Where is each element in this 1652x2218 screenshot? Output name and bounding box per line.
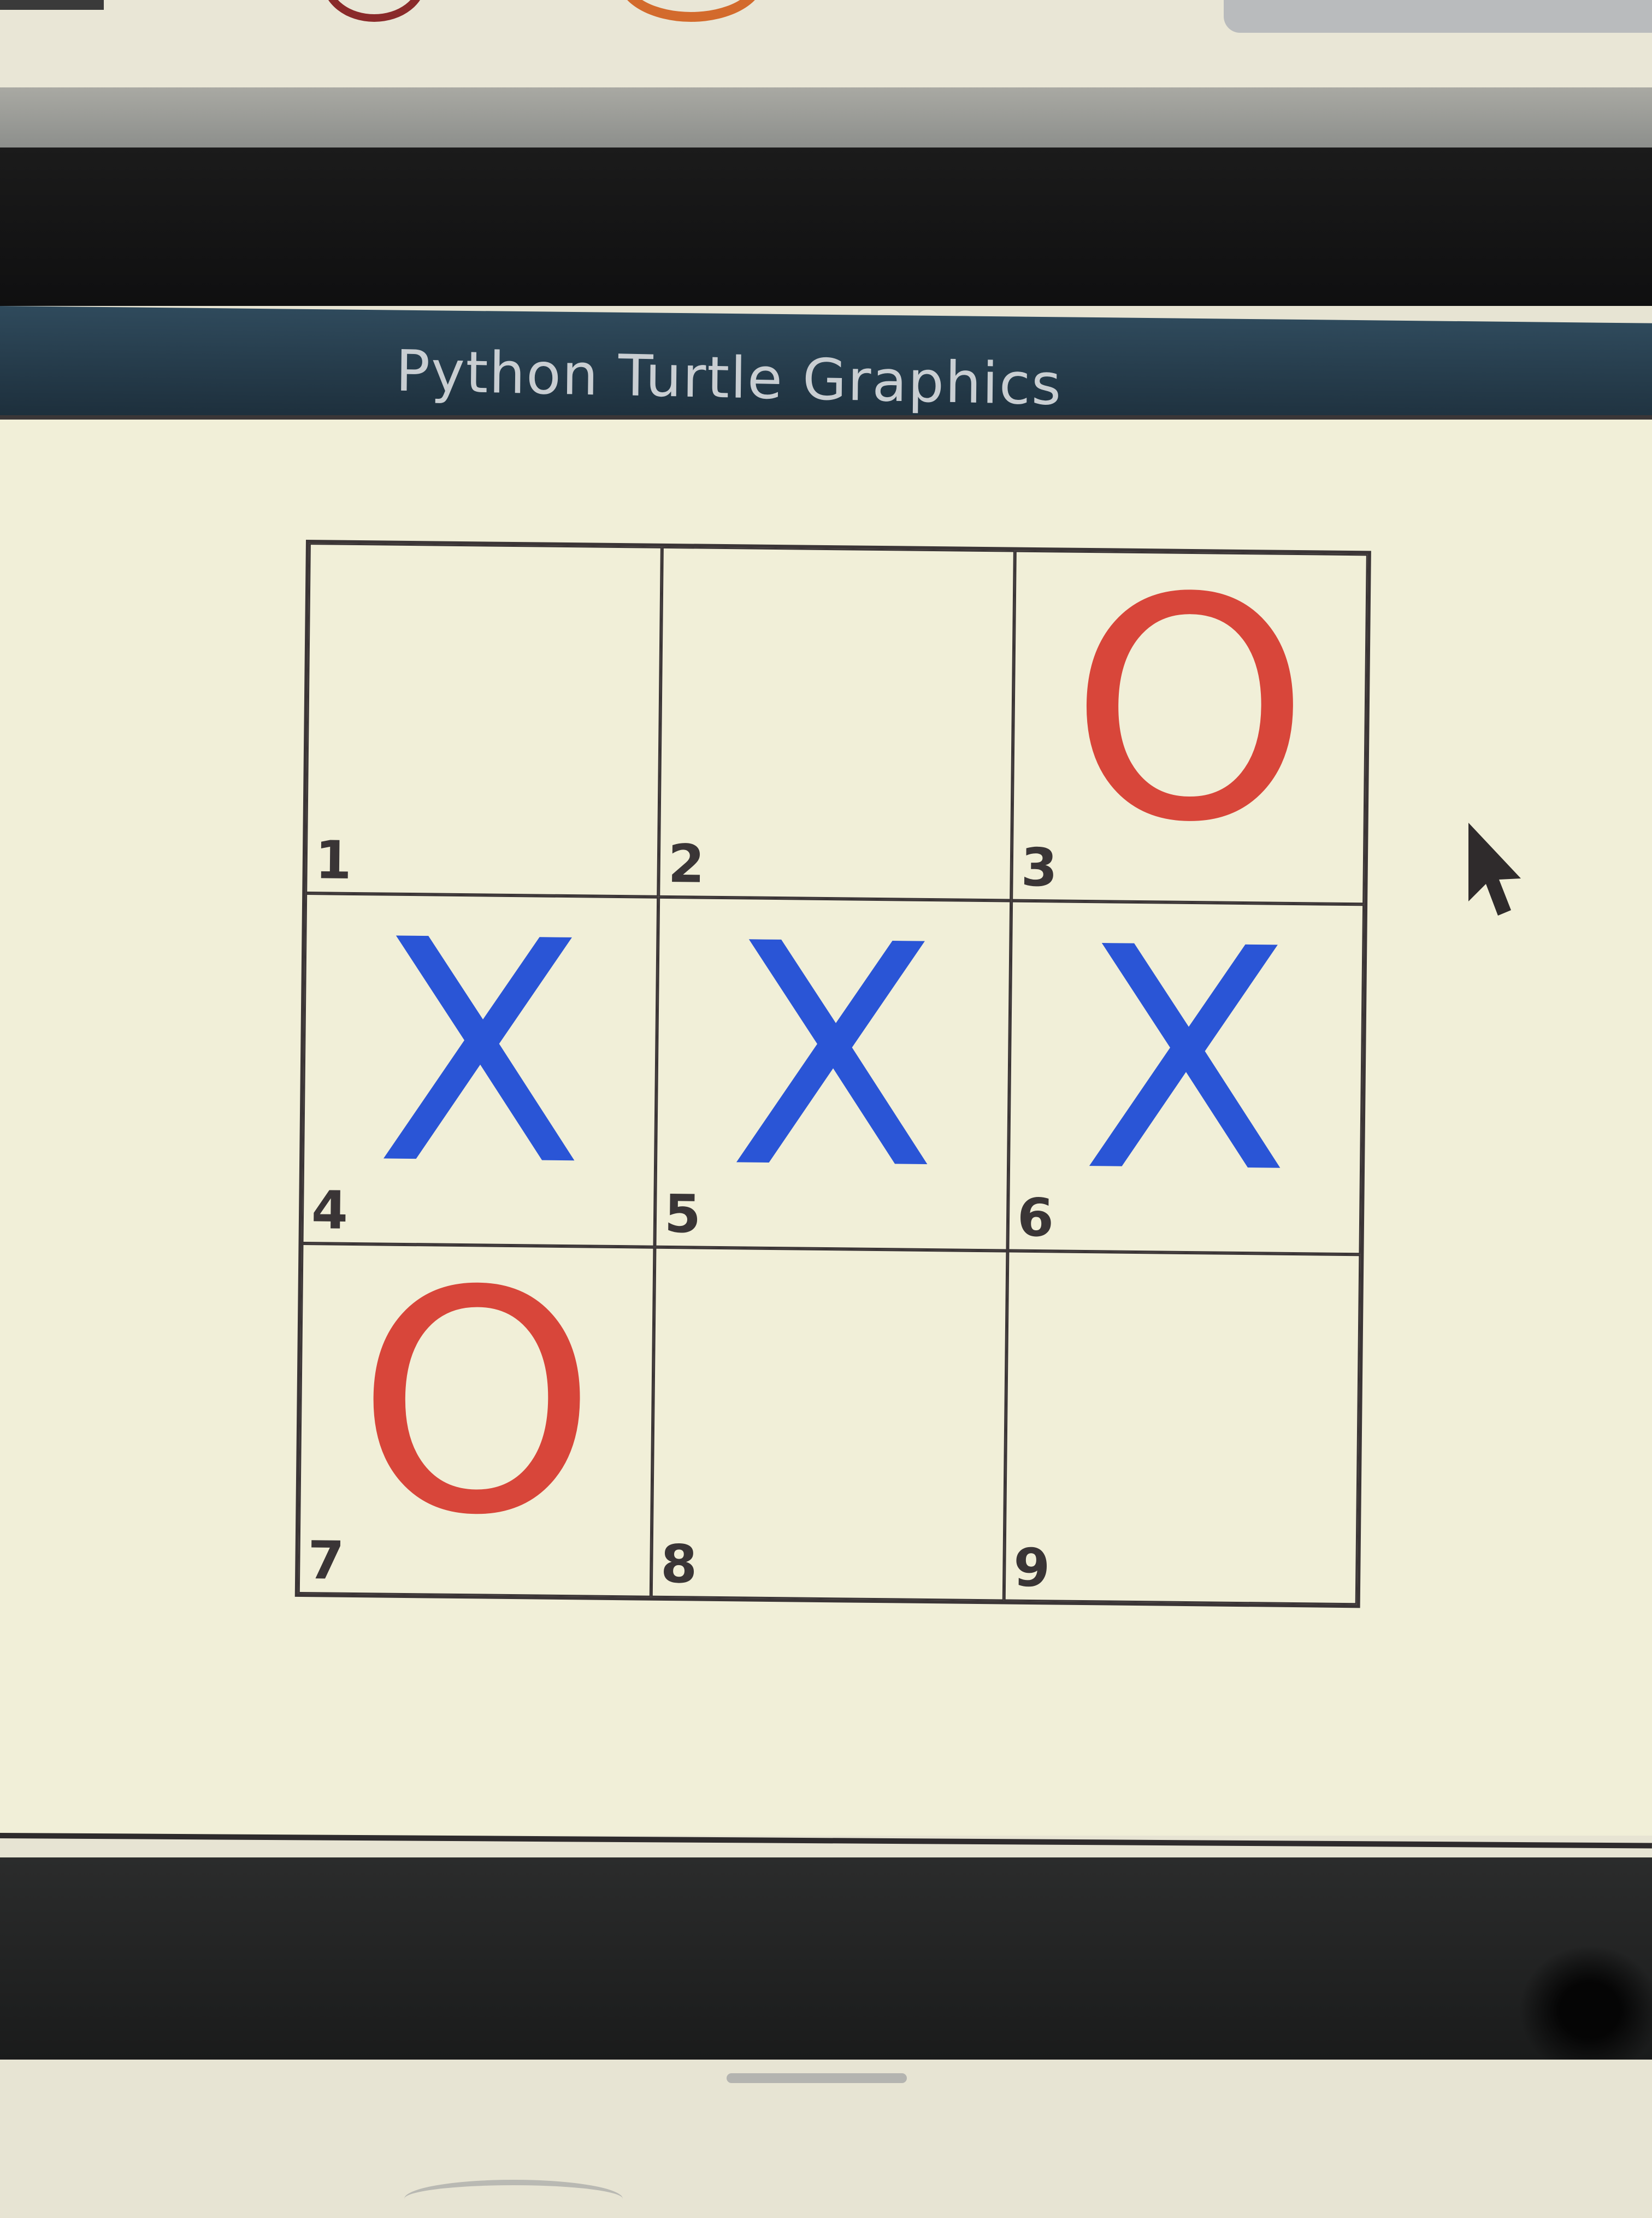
cell-mark	[653, 1249, 1006, 1567]
cell-mark: O	[1067, 550, 1312, 890]
cell-number: 6	[1017, 1187, 1054, 1249]
cell-mark	[308, 545, 660, 863]
cell-number: 5	[664, 1183, 701, 1245]
cell-number: 3	[1020, 836, 1058, 899]
turtle-canvas[interactable]: 1 2 O 3 X 4 X 5 X 6 O 7 8 9	[0, 415, 1652, 1836]
partial-top-bar-shape	[1224, 0, 1652, 33]
window-separator-band	[0, 87, 1652, 148]
cell-mark	[660, 548, 1013, 866]
board-cell-2[interactable]: 2	[658, 546, 1015, 901]
board-cell-7[interactable]: O 7	[298, 1243, 655, 1597]
board-cell-4[interactable]: X 4	[302, 893, 659, 1247]
tic-tac-toe-board: 1 2 O 3 X 4 X 5 X 6 O 7 8 9	[294, 540, 1371, 1608]
cell-mark: X	[726, 896, 940, 1237]
board-cell-5[interactable]: X 5	[654, 896, 1012, 1251]
turtle-graphics-window: Python Turtle Graphics 1 2 O 3 X 4 X 5 X…	[0, 306, 1652, 1863]
top-left-dark-edge	[0, 0, 104, 10]
board-cell-8[interactable]: 8	[651, 1247, 1008, 1601]
board-cell-9[interactable]: 9	[1004, 1250, 1361, 1605]
partial-cut-off-shape	[404, 2180, 623, 2218]
cell-number: 1	[315, 829, 352, 891]
taskbar-edge-shadow	[1519, 1945, 1652, 2076]
cell-mark: X	[373, 893, 587, 1233]
board-cell-1[interactable]: 1	[305, 543, 662, 897]
panel-drag-handle[interactable]	[727, 2073, 907, 2083]
board-cell-3[interactable]: O 3	[1011, 550, 1368, 905]
cell-number: 8	[660, 1533, 698, 1595]
cell-number: 4	[311, 1179, 349, 1241]
board-cell-6[interactable]: X 6	[1007, 900, 1365, 1255]
cell-mark: X	[1079, 900, 1293, 1241]
mouse-pointer-icon	[1468, 823, 1521, 916]
desktop-taskbar	[0, 1857, 1652, 2060]
desktop-dark-band	[0, 148, 1652, 306]
cell-mark	[1006, 1253, 1359, 1571]
cell-number: 7	[307, 1530, 345, 1591]
cell-number: 2	[668, 833, 705, 895]
cell-mark: O	[354, 1243, 599, 1584]
cell-number: 9	[1013, 1537, 1051, 1599]
window-title: Python Turtle Graphics	[395, 337, 1063, 418]
window-title-bar[interactable]: Python Turtle Graphics	[0, 306, 1652, 433]
